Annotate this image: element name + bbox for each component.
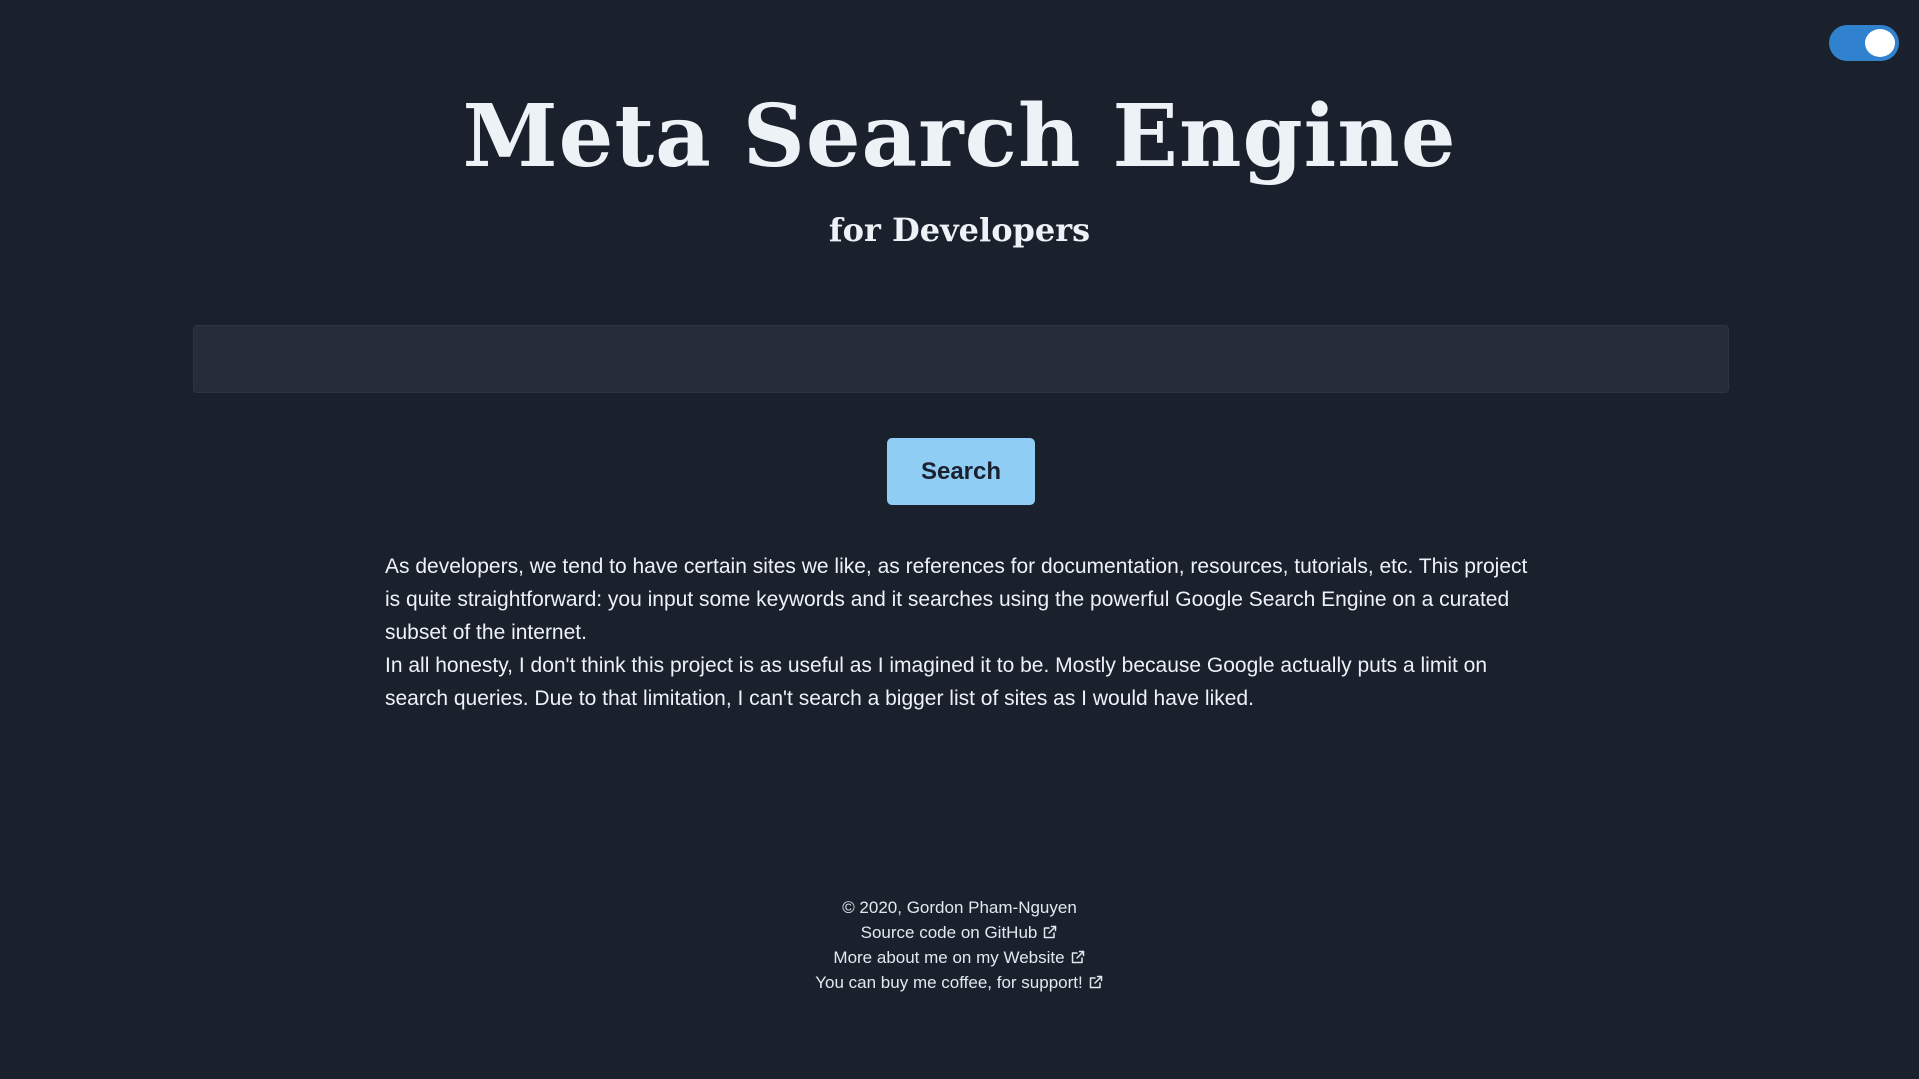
page-title: Meta Search Engine	[462, 86, 1457, 187]
website-link-label: More about me on my Website	[833, 948, 1065, 967]
github-link-label: Source code on GitHub	[860, 923, 1038, 942]
github-link[interactable]: Source code on GitHub	[0, 920, 1919, 945]
description-paragraph: In all honesty, I don't think this proje…	[385, 654, 1488, 710]
search-input[interactable]	[193, 325, 1729, 393]
copyright-text: © 2020, Gordon Pham-Nguyen	[842, 898, 1077, 917]
search-button[interactable]: Search	[887, 438, 1035, 505]
toggle-knob	[1865, 29, 1895, 57]
coffee-link[interactable]: You can buy me coffee, for support!	[0, 970, 1919, 995]
description-paragraph: As developers, we tend to have certain s…	[385, 555, 1528, 644]
external-link-icon	[1071, 950, 1084, 964]
page: Meta Search Engine for Developers Search…	[0, 0, 1919, 1079]
footer: © 2020, Gordon Pham-Nguyen Source code o…	[0, 895, 1919, 995]
page-subtitle: for Developers	[828, 211, 1091, 249]
coffee-link-label: You can buy me coffee, for support!	[815, 973, 1083, 992]
external-link-icon	[1044, 925, 1057, 939]
website-link[interactable]: More about me on my Website	[0, 945, 1919, 970]
project-description: As developers, we tend to have certain s…	[385, 550, 1535, 715]
theme-toggle-switch[interactable]	[1829, 25, 1899, 61]
external-link-icon	[1089, 975, 1102, 989]
